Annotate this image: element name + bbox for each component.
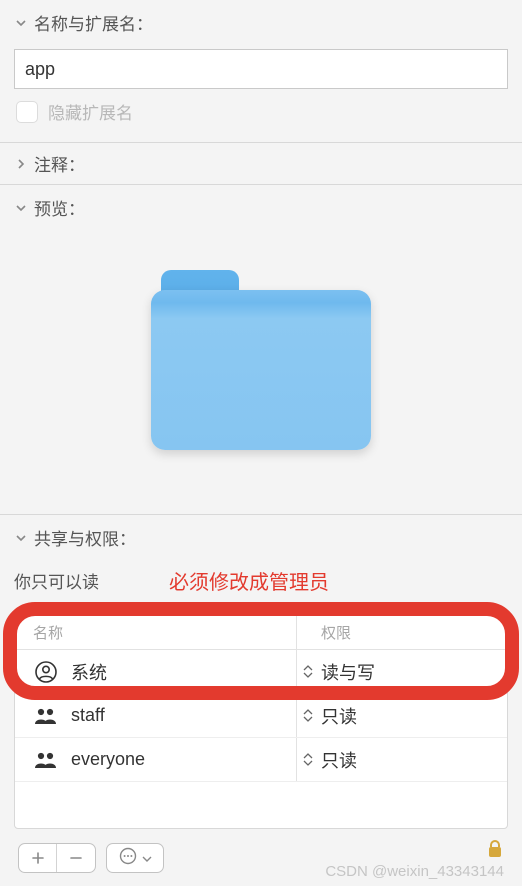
users-icon <box>33 747 59 773</box>
stepper-icon <box>303 665 317 678</box>
chevron-down-icon <box>14 16 28 30</box>
section-title: 共享与权限： <box>34 525 136 550</box>
table-row[interactable]: staff 只读 <box>15 694 507 738</box>
action-menu-button[interactable] <box>106 843 164 873</box>
section-title: 名称与扩展名： <box>34 10 153 35</box>
section-title: 预览： <box>34 195 85 220</box>
section-name-extension: 名称与扩展名： app 隐藏扩展名 <box>0 0 522 143</box>
section-toggle-comments[interactable]: 注释： <box>14 151 508 176</box>
ellipsis-circle-icon <box>119 847 137 870</box>
section-toggle-name-extension[interactable]: 名称与扩展名： <box>14 10 508 35</box>
add-remove-buttons <box>18 843 96 873</box>
privilege-select[interactable]: 只读 <box>297 738 507 781</box>
preview-content <box>14 220 508 504</box>
section-preview: 预览： <box>0 185 522 515</box>
permissions-table: 名称 权限 系统 读与写 <box>14 615 508 829</box>
stepper-icon <box>303 753 317 766</box>
section-comments: 注释： <box>0 143 522 185</box>
chevron-right-icon <box>14 157 28 171</box>
row-name: 系统 <box>71 659 107 685</box>
lock-icon[interactable] <box>486 839 504 864</box>
section-toggle-sharing[interactable]: 共享与权限： <box>14 525 508 550</box>
stepper-icon <box>303 709 317 722</box>
row-privilege: 只读 <box>321 747 357 773</box>
privilege-select[interactable]: 只读 <box>297 694 507 737</box>
table-row[interactable]: 系统 读与写 <box>15 650 507 694</box>
column-header-name: 名称 <box>15 616 297 649</box>
chevron-down-icon <box>142 849 152 867</box>
sharing-note: 必须修改成管理员 <box>169 566 329 595</box>
remove-button[interactable] <box>57 844 95 872</box>
hide-extension-checkbox[interactable] <box>16 101 38 123</box>
chevron-down-icon <box>14 531 28 545</box>
row-name: everyone <box>71 749 145 770</box>
privilege-select[interactable]: 读与写 <box>297 650 507 693</box>
sharing-status: 你只可以读 <box>14 568 99 593</box>
user-circle-icon <box>33 659 59 685</box>
table-header: 名称 权限 <box>15 616 507 650</box>
row-name: staff <box>71 705 105 726</box>
watermark: CSDN @weixin_43343144 <box>325 863 504 880</box>
users-icon <box>33 703 59 729</box>
column-header-privilege: 权限 <box>297 616 507 649</box>
chevron-down-icon <box>14 201 28 215</box>
table-row[interactable]: everyone 只读 <box>15 738 507 782</box>
name-input[interactable]: app <box>14 49 508 89</box>
hide-extension-row: 隐藏扩展名 <box>16 99 508 124</box>
row-privilege: 读与写 <box>321 659 375 685</box>
add-button[interactable] <box>19 844 57 872</box>
section-toggle-preview[interactable]: 预览： <box>14 195 508 220</box>
folder-icon <box>151 270 371 450</box>
row-privilege: 只读 <box>321 703 357 729</box>
section-sharing: 共享与权限： 你只可以读 必须修改成管理员 名称 权限 系统 <box>0 515 522 883</box>
hide-extension-label: 隐藏扩展名 <box>48 99 133 124</box>
section-title: 注释： <box>34 151 85 176</box>
